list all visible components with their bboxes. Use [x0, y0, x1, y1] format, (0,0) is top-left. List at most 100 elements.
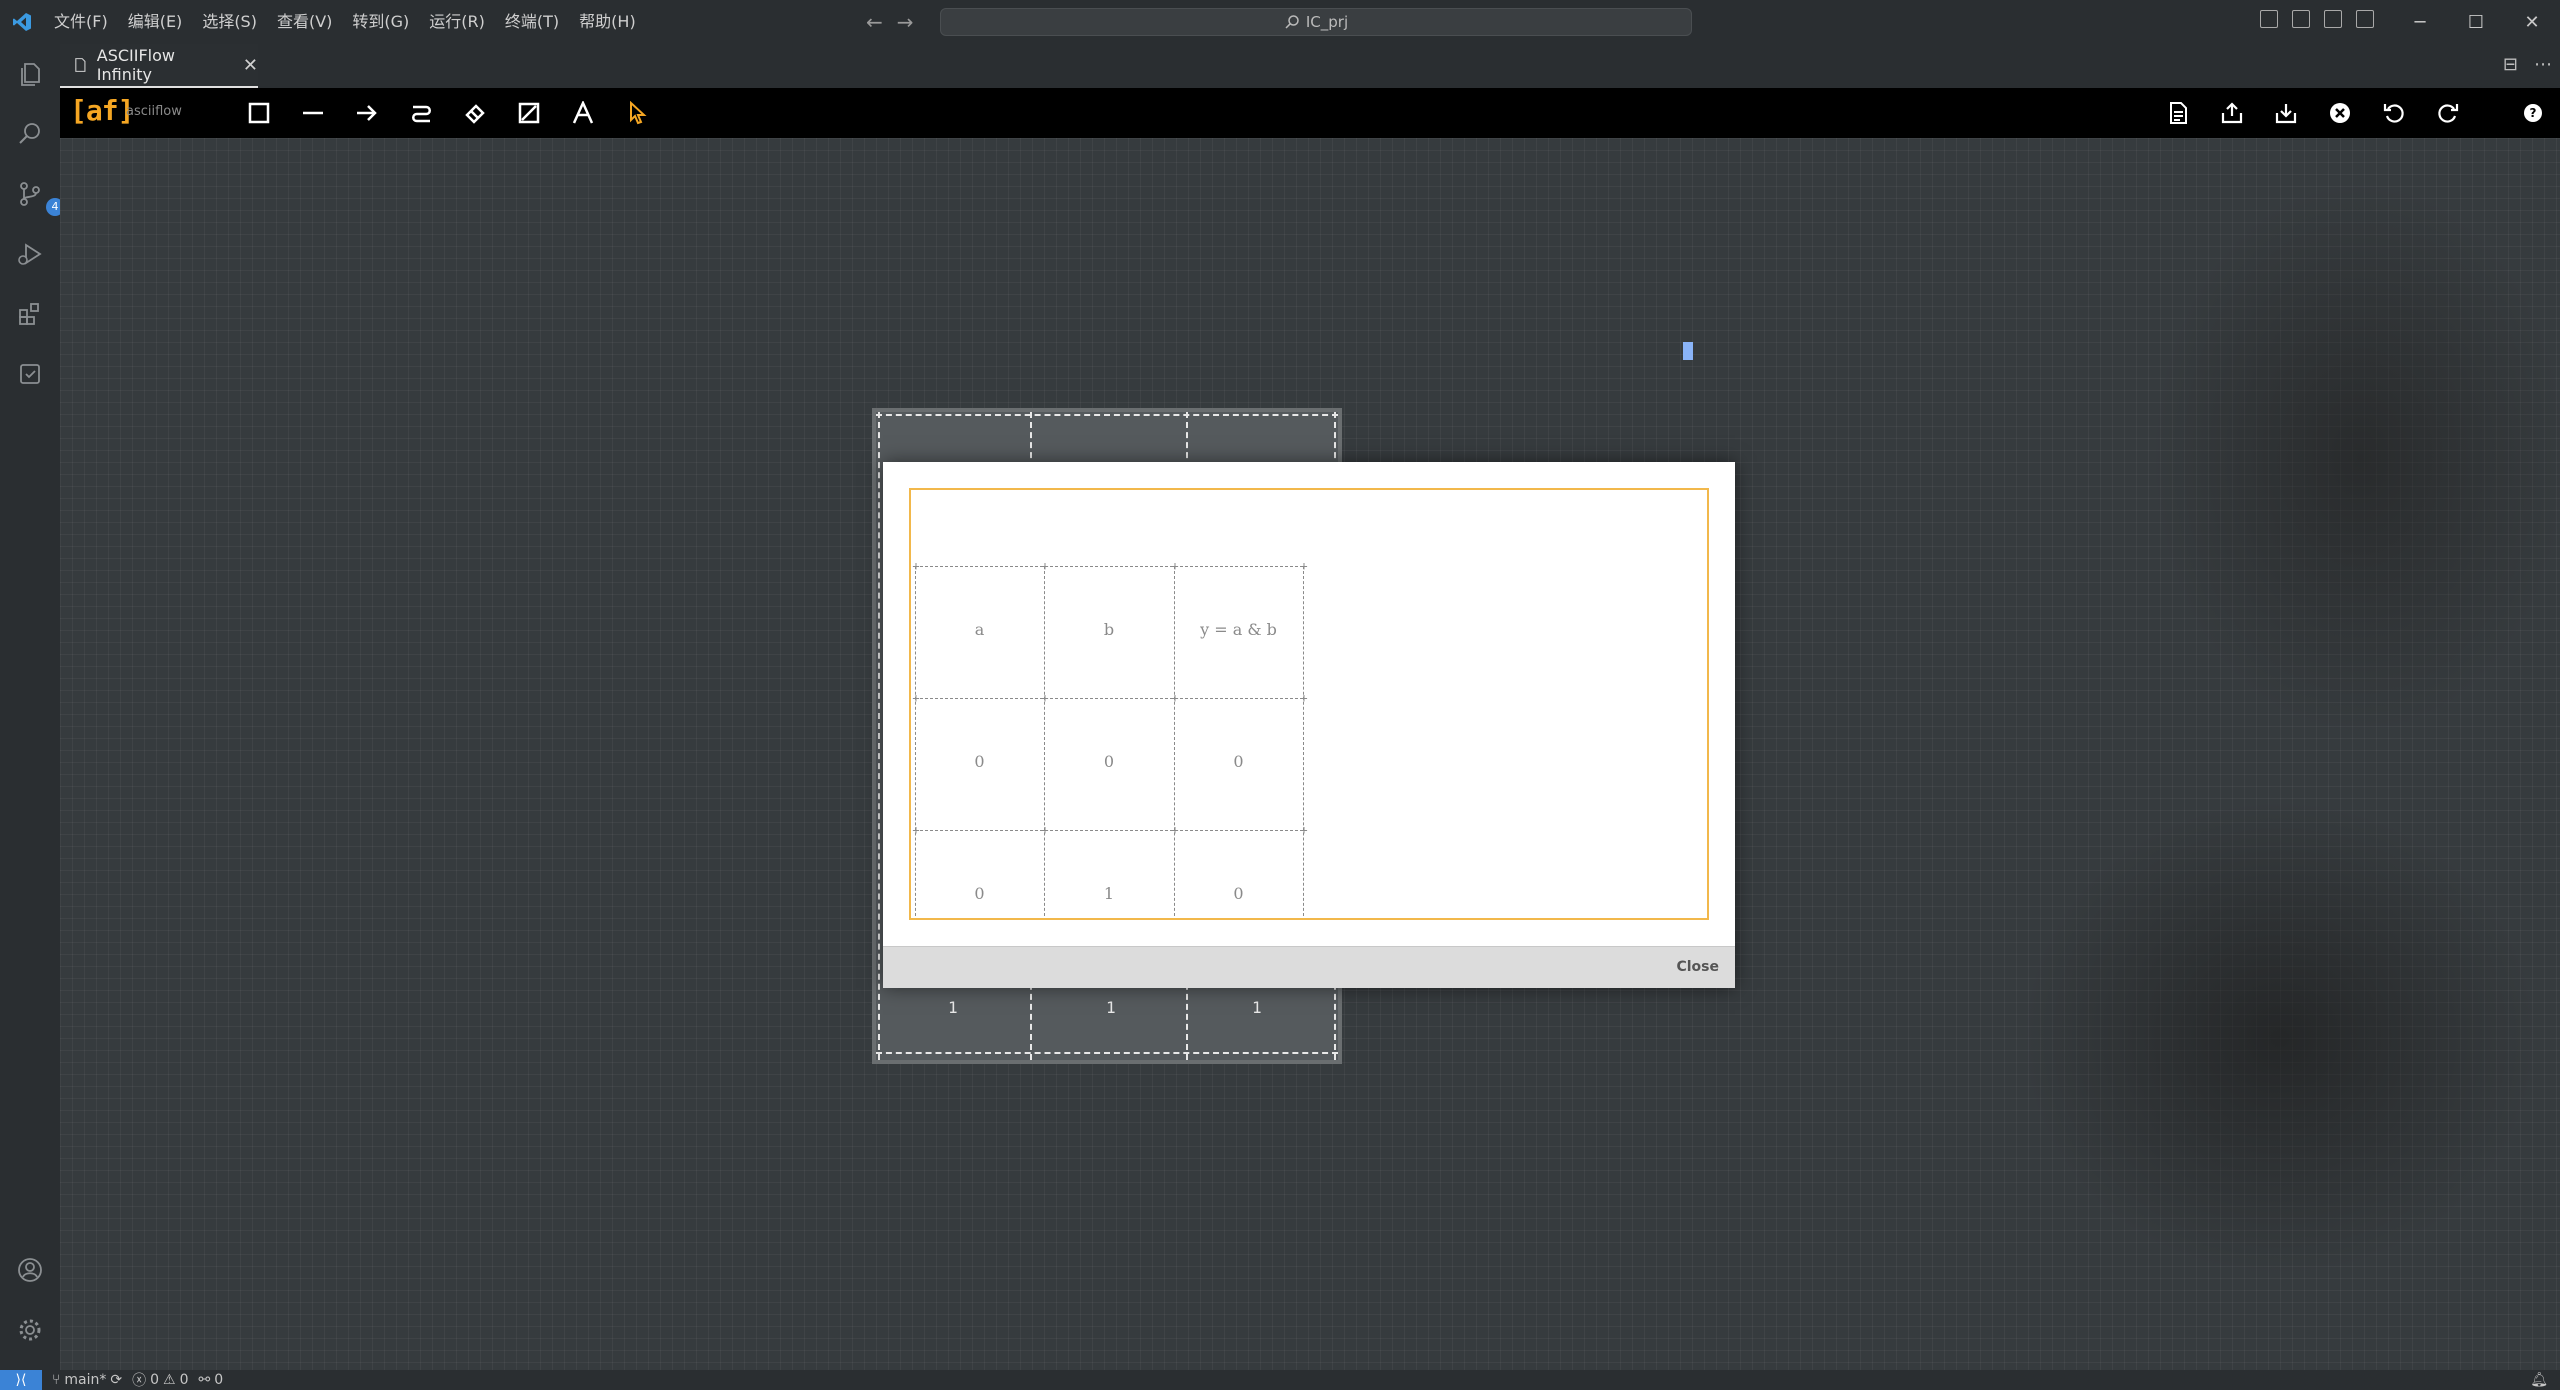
dialog-footer: Close	[883, 946, 1735, 988]
warning-count: 0	[179, 1372, 189, 1388]
export-dialog: + + + + + + + + + + + + a b y = a & b 0 …	[883, 462, 1735, 988]
table-header-cell: y = a & b	[1200, 620, 1277, 639]
branch-name: main*	[64, 1372, 107, 1388]
ascii-corner: +	[912, 823, 920, 837]
tab-close-icon[interactable]: ✕	[243, 55, 258, 76]
table-cell: 1	[1103, 884, 1115, 903]
dash-line	[876, 1052, 1338, 1054]
toggle-panel-icon[interactable]	[2292, 10, 2310, 28]
file-icon	[75, 58, 86, 72]
arrow-tool-icon[interactable]	[352, 98, 382, 128]
split-editor-icon[interactable]: ⊟	[2503, 54, 2518, 75]
ascii-corner: +	[912, 559, 920, 573]
box-tool-icon[interactable]	[244, 98, 274, 128]
menu-bar: 文件(F) 编辑(E) 选择(S) 查看(V) 转到(G) 运行(R) 终端(T…	[44, 0, 646, 44]
freeform-tool-icon[interactable]	[406, 98, 436, 128]
table-cell: 0	[1233, 752, 1244, 771]
toggle-primary-sidebar-icon[interactable]	[2260, 10, 2278, 28]
explorer-icon[interactable]	[14, 58, 46, 90]
menu-terminal[interactable]: 终端(T)	[495, 6, 569, 38]
remote-indicator-icon[interactable]: ⟩⟨	[0, 1370, 42, 1390]
ascii-border	[915, 566, 1303, 567]
edit-tool-icon[interactable]	[514, 98, 544, 128]
line-tool-icon[interactable]	[298, 98, 328, 128]
source-control-icon[interactable]: 4	[14, 178, 64, 216]
more-actions-icon[interactable]: ⋯	[2534, 54, 2552, 75]
maximize-icon[interactable]: ☐	[2448, 0, 2504, 44]
menu-help[interactable]: 帮助(H)	[569, 6, 646, 38]
back-arrow-icon[interactable]: ←	[866, 10, 883, 34]
table-header-cell: a	[974, 620, 985, 639]
ascii-corner: +	[1300, 691, 1308, 705]
minimize-icon[interactable]: ─	[2392, 0, 2448, 44]
warning-icon: ⚠	[163, 1372, 176, 1388]
close-window-icon[interactable]: ✕	[2504, 0, 2560, 44]
menu-view[interactable]: 查看(V)	[267, 6, 342, 38]
import-icon[interactable]	[2271, 98, 2301, 128]
run-debug-icon[interactable]	[14, 238, 46, 270]
branch-indicator[interactable]: ⑂ main* ⟳	[52, 1372, 122, 1388]
export-text-area[interactable]: + + + + + + + + + + + + a b y = a & b 0 …	[909, 488, 1709, 920]
ascii-border	[1303, 566, 1304, 918]
menu-go[interactable]: 转到(G)	[342, 6, 419, 38]
menu-run[interactable]: 运行(R)	[419, 6, 495, 38]
menu-edit[interactable]: 编辑(E)	[118, 6, 193, 38]
ports-count: 0	[214, 1372, 224, 1388]
canvas-cell: 1	[948, 998, 958, 1017]
table-cell: 0	[974, 884, 985, 903]
search-icon	[1285, 15, 1299, 29]
ascii-corner: +	[1171, 691, 1179, 705]
tab-asciiflow[interactable]: ASCIIFlow Infinity ✕	[60, 44, 258, 88]
background-shadow	[2020, 798, 2540, 1278]
ports-icon: ⚯	[198, 1372, 211, 1388]
svg-text:?: ?	[2530, 106, 2537, 120]
ascii-corner: +	[1300, 823, 1308, 837]
clear-icon[interactable]	[2325, 98, 2355, 128]
undo-icon[interactable]	[2379, 98, 2409, 128]
menu-file[interactable]: 文件(F)	[44, 6, 118, 38]
canvas-cell: 1	[1106, 998, 1116, 1017]
branch-icon: ⑂	[52, 1372, 61, 1388]
close-button[interactable]: Close	[1676, 959, 1719, 975]
help-icon[interactable]: ?	[2518, 98, 2548, 128]
error-count: 0	[150, 1372, 160, 1388]
ascii-corner: +	[1300, 559, 1308, 573]
ascii-corner: +	[1041, 823, 1049, 837]
command-center[interactable]: IC_prj	[940, 8, 1692, 36]
notifications-bell-icon[interactable]: 🔔︎	[2530, 1372, 2548, 1388]
eraser-tool-icon[interactable]	[460, 98, 490, 128]
document-icon[interactable]	[2163, 98, 2193, 128]
toggle-secondary-sidebar-icon[interactable]	[2324, 10, 2342, 28]
ascii-corner: +	[1041, 559, 1049, 573]
problems-indicator[interactable]: ⓧ 0 ⚠ 0	[132, 1370, 188, 1390]
ascii-corner: +	[1041, 691, 1049, 705]
select-pointer-icon[interactable]	[622, 98, 652, 128]
forward-arrow-icon[interactable]: →	[897, 10, 914, 34]
editor-actions: ⊟ ⋯	[2503, 54, 2552, 75]
canvas-cell: 1	[1252, 998, 1262, 1017]
ports-indicator[interactable]: ⚯ 0	[199, 1372, 224, 1388]
asciiflow-toolbar: [af] asciiflow ?	[60, 88, 2560, 138]
testing-icon[interactable]	[14, 358, 46, 390]
account-icon[interactable]	[14, 1254, 46, 1286]
settings-gear-icon[interactable]	[14, 1314, 46, 1346]
tab-label: ASCIIFlow Infinity	[96, 46, 175, 84]
sync-icon[interactable]: ⟳	[110, 1372, 122, 1388]
canvas-cursor	[1683, 342, 1693, 360]
search-icon[interactable]	[14, 118, 46, 150]
customize-layout-icon[interactable]	[2356, 10, 2374, 28]
nav-arrows: ← →	[866, 6, 914, 38]
ascii-corner: +	[1171, 823, 1179, 837]
ascii-corner: +	[912, 691, 920, 705]
menu-selection[interactable]: 选择(S)	[192, 6, 267, 38]
dash-line	[878, 412, 880, 1060]
table-header-cell: b	[1103, 620, 1115, 639]
ascii-corner: +	[1171, 559, 1179, 573]
export-icon[interactable]	[2217, 98, 2247, 128]
redo-icon[interactable]	[2433, 98, 2463, 128]
window-controls: ─ ☐ ✕	[2392, 0, 2560, 44]
text-tool-icon[interactable]	[568, 98, 598, 128]
table-cell: 0	[1103, 752, 1115, 771]
background-shadow	[2150, 178, 2560, 738]
extensions-icon[interactable]	[14, 298, 46, 330]
